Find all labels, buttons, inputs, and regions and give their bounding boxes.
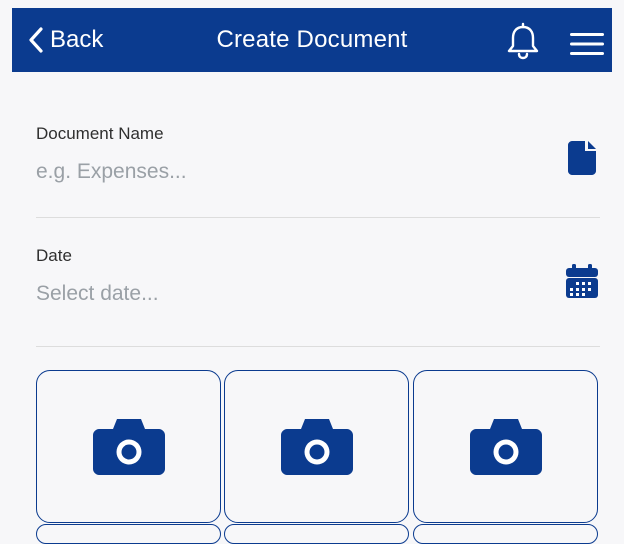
- date-field[interactable]: Date Select date...: [36, 246, 600, 306]
- date-label: Date: [36, 246, 72, 265]
- header-bar: Back Create Document: [12, 8, 612, 72]
- field-divider: [36, 217, 600, 218]
- photo-upload-tile[interactable]: [413, 370, 598, 523]
- camera-icon: [470, 419, 542, 475]
- document-icon[interactable]: [568, 141, 596, 175]
- document-name-field[interactable]: Document Name e.g. Expenses...: [36, 124, 600, 184]
- date-input[interactable]: Select date...: [36, 282, 600, 306]
- camera-icon: [281, 419, 353, 475]
- hamburger-menu-icon[interactable]: [570, 33, 604, 55]
- camera-icon: [93, 419, 165, 475]
- photo-upload-tile[interactable]: [224, 370, 409, 523]
- photo-upload-tile[interactable]: [413, 524, 598, 544]
- calendar-icon[interactable]: [566, 264, 598, 298]
- document-name-input[interactable]: e.g. Expenses...: [36, 160, 600, 184]
- field-divider: [36, 346, 600, 347]
- photo-upload-tile[interactable]: [36, 370, 221, 523]
- photo-upload-tile[interactable]: [224, 524, 409, 544]
- document-name-label: Document Name: [36, 124, 164, 143]
- bell-icon[interactable]: [506, 22, 540, 60]
- photo-upload-tile[interactable]: [36, 524, 221, 544]
